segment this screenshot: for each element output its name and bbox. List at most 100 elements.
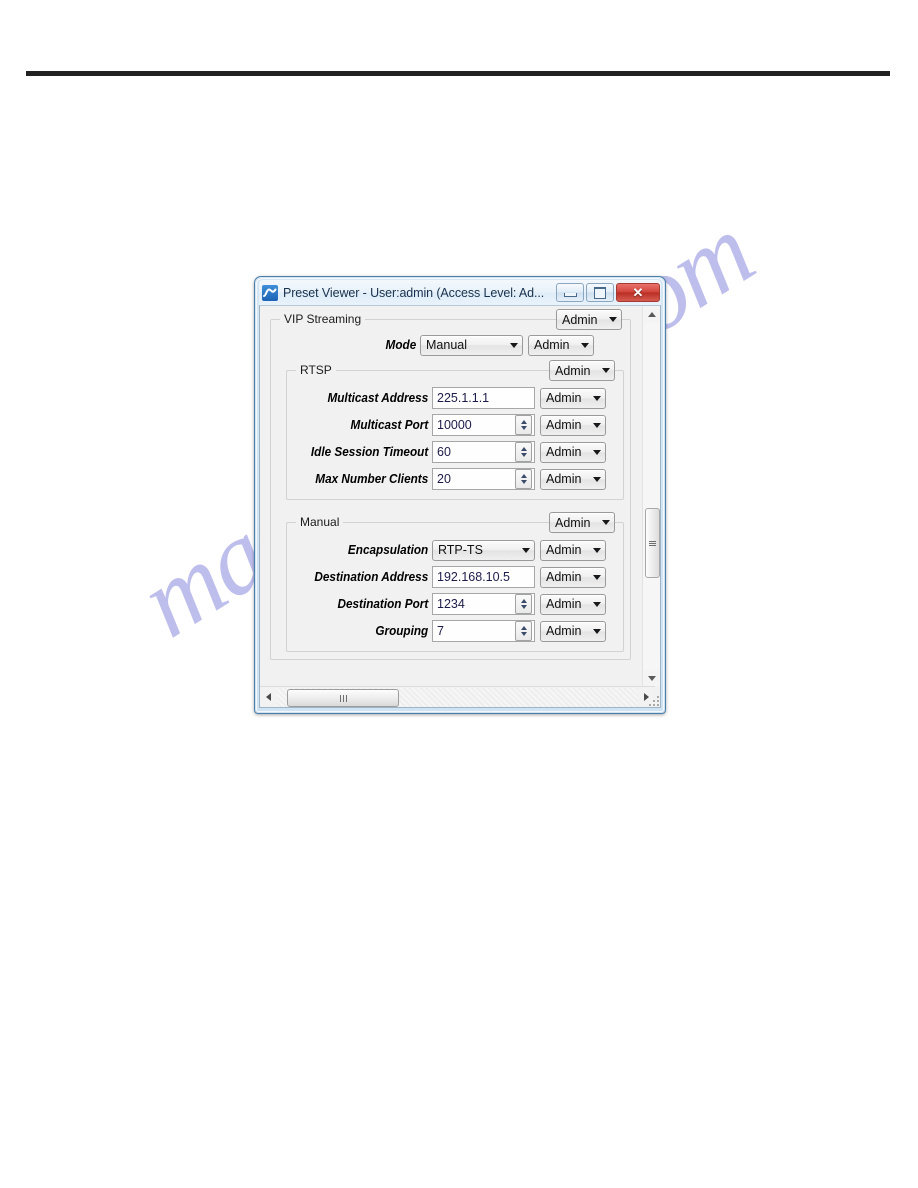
- field-row-encapsulation: Encapsulation RTP-TS Admin: [292, 537, 618, 563]
- chevron-down-icon: [581, 342, 589, 348]
- triangle-down-icon: [647, 676, 656, 681]
- field-label-destination-port: Destination Port: [337, 597, 429, 611]
- field-label-multicast-address: Multicast Address: [327, 391, 429, 405]
- chevron-down-icon: [602, 520, 610, 525]
- stepper-down-icon: [520, 426, 527, 430]
- max-number-clients-stepper[interactable]: [515, 469, 532, 489]
- destination-port-input[interactable]: 1234: [432, 593, 535, 615]
- stepper-down-icon: [520, 632, 527, 636]
- field-row-mode: Mode Manual Admin: [276, 332, 625, 358]
- field-row-grouping: Grouping 7 Admin: [292, 618, 618, 644]
- page-header-rule: [26, 71, 890, 76]
- close-icon: ✕: [632, 284, 644, 300]
- field-label-grouping: Grouping: [375, 624, 429, 638]
- maximize-button[interactable]: [586, 283, 614, 302]
- field-label-mode: Mode: [385, 338, 417, 352]
- chevron-down-icon: [593, 628, 601, 634]
- chevron-down-icon: [593, 574, 601, 580]
- chevron-down-icon: [593, 547, 601, 553]
- window-client-area: VIP Streaming Admin Mode Manual Admin RT…: [259, 305, 661, 708]
- permission-select-grouping[interactable]: Admin: [540, 620, 606, 642]
- grouping-stepper[interactable]: [515, 621, 532, 641]
- permission-select-multicast-port[interactable]: Admin: [540, 414, 606, 436]
- horizontal-scrollbar[interactable]: [260, 686, 655, 707]
- stepper-up-icon: [520, 626, 527, 630]
- scroll-left-arrow[interactable]: [260, 688, 277, 707]
- grouping-input[interactable]: 7: [432, 620, 535, 642]
- grip-icon: [649, 540, 656, 547]
- permission-select-vip-streaming[interactable]: Admin: [556, 309, 622, 330]
- grip-icon: [339, 689, 348, 707]
- chevron-down-icon: [593, 422, 601, 428]
- stepper-up-icon: [520, 447, 527, 451]
- field-label-multicast-port: Multicast Port: [350, 418, 429, 432]
- chevron-down-icon: [593, 601, 601, 607]
- field-row-destination-port: Destination Port 1234 Admin: [292, 591, 618, 617]
- permission-select-idle-session-timeout[interactable]: Admin: [540, 441, 606, 463]
- field-label-max-number-clients: Max Number Clients: [315, 472, 429, 486]
- field-row-idle-session-timeout: Idle Session Timeout 60 Admin: [292, 439, 618, 465]
- chevron-down-icon: [522, 547, 530, 553]
- chevron-down-icon: [593, 449, 601, 455]
- minimize-icon: [563, 293, 577, 297]
- group-vip-streaming: VIP Streaming Admin Mode Manual Admin RT…: [270, 309, 631, 660]
- idle-session-timeout-stepper[interactable]: [515, 442, 532, 462]
- group-label-manual: Manual: [296, 515, 344, 529]
- multicast-address-input[interactable]: 225.1.1.1: [432, 387, 535, 409]
- window-titlebar[interactable]: Preset Viewer - User:admin (Access Level…: [259, 280, 661, 305]
- stepper-up-icon: [520, 599, 527, 603]
- window-controls: ✕: [556, 283, 661, 302]
- max-number-clients-input[interactable]: 20: [432, 468, 535, 490]
- permission-select-multicast-address[interactable]: Admin: [540, 387, 606, 409]
- chevron-down-icon: [593, 395, 601, 401]
- encapsulation-select[interactable]: RTP-TS: [432, 539, 535, 561]
- minimize-button[interactable]: [556, 283, 584, 302]
- stepper-down-icon: [520, 605, 527, 609]
- stepper-down-icon: [520, 453, 527, 457]
- vertical-scroll-thumb[interactable]: [645, 508, 660, 578]
- triangle-up-icon: [647, 312, 656, 317]
- stepper-up-icon: [520, 420, 527, 424]
- maximize-icon: [594, 286, 606, 299]
- resize-grip[interactable]: [645, 692, 659, 706]
- permission-select-encapsulation[interactable]: Admin: [540, 539, 606, 561]
- close-button[interactable]: ✕: [616, 283, 660, 302]
- group-manual: Manual Admin Encapsulation RTP-TS Admin …: [286, 512, 624, 652]
- field-row-destination-address: Destination Address 192.168.10.5 Admin: [292, 564, 618, 590]
- permission-select-manual[interactable]: Admin: [549, 512, 615, 533]
- chevron-down-icon: [609, 317, 617, 322]
- stepper-down-icon: [520, 480, 527, 484]
- idle-session-timeout-input[interactable]: 60: [432, 441, 535, 463]
- multicast-port-stepper[interactable]: [515, 415, 532, 435]
- field-label-destination-address: Destination Address: [314, 570, 429, 584]
- destination-port-stepper[interactable]: [515, 594, 532, 614]
- permission-select-destination-port[interactable]: Admin: [540, 593, 606, 615]
- chevron-down-icon: [593, 476, 601, 482]
- scroll-up-arrow[interactable]: [643, 306, 660, 323]
- multicast-port-input[interactable]: 10000: [432, 414, 535, 436]
- destination-address-input[interactable]: 192.168.10.5: [432, 566, 535, 588]
- mode-select[interactable]: Manual: [420, 334, 523, 356]
- window-title: Preset Viewer - User:admin (Access Level…: [283, 285, 545, 300]
- group-label-rtsp: RTSP: [296, 363, 336, 377]
- permission-select-destination-address[interactable]: Admin: [540, 566, 606, 588]
- chevron-down-icon: [602, 368, 610, 373]
- wave-icon: [262, 284, 278, 301]
- preset-viewer-window: Preset Viewer - User:admin (Access Level…: [254, 276, 666, 714]
- permission-select-rtsp[interactable]: Admin: [549, 360, 615, 381]
- field-row-multicast-port: Multicast Port 10000 Admin: [292, 412, 618, 438]
- permission-select-max-number-clients[interactable]: Admin: [540, 468, 606, 490]
- field-label-idle-session-timeout: Idle Session Timeout: [310, 445, 429, 459]
- stepper-up-icon: [520, 474, 527, 478]
- horizontal-scroll-track[interactable]: [277, 687, 638, 707]
- field-row-max-number-clients: Max Number Clients 20 Admin: [292, 466, 618, 492]
- vertical-scrollbar[interactable]: [642, 306, 660, 687]
- triangle-left-icon: [266, 693, 271, 701]
- permission-select-mode[interactable]: Admin: [528, 334, 594, 356]
- group-rtsp: RTSP Admin Multicast Address 225.1.1.1 A…: [286, 360, 624, 500]
- chevron-down-icon: [510, 342, 518, 348]
- field-label-encapsulation: Encapsulation: [347, 543, 429, 557]
- horizontal-scroll-thumb[interactable]: [287, 688, 399, 707]
- group-label-vip-streaming: VIP Streaming: [280, 312, 366, 326]
- scroll-down-arrow[interactable]: [643, 670, 660, 687]
